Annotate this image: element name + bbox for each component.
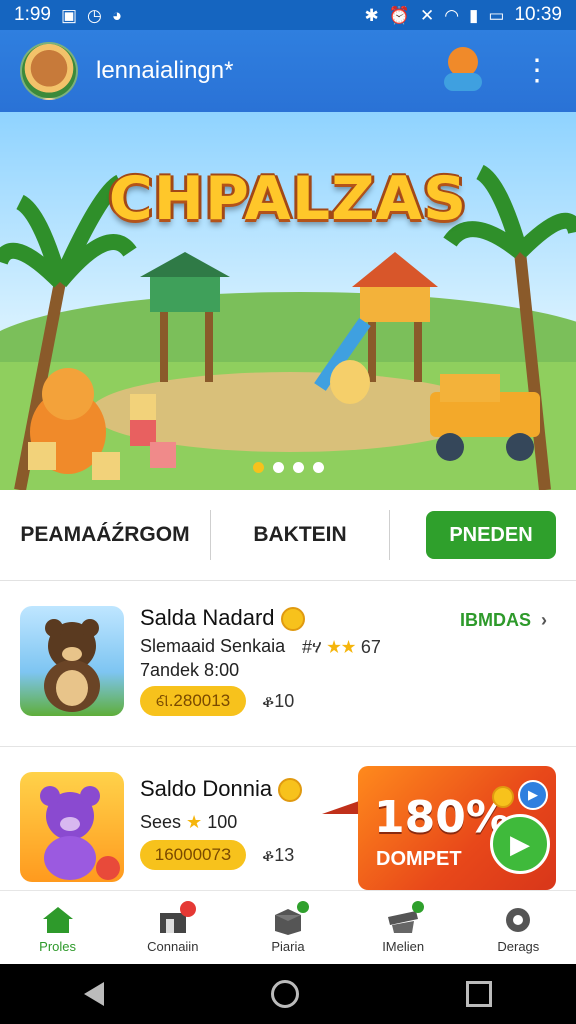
- star-icon: ★★: [326, 637, 356, 657]
- list-item[interactable]: Salda Nadard Slemaaid Senkaia 7andek 8:0…: [0, 580, 576, 747]
- bear-game-icon[interactable]: [20, 606, 124, 716]
- nav-label: Proles: [39, 939, 77, 954]
- battery-icon: ▭: [488, 5, 505, 25]
- status-bar-right: ✱ ⏰ ✕ ◠ ▮ ▭ 10:39: [351, 4, 576, 26]
- tab-divider: [389, 510, 390, 560]
- nav-label: Derags: [497, 939, 540, 954]
- nav-label: Connaiin: [147, 939, 199, 954]
- nav-item-home[interactable]: Proles: [0, 891, 115, 965]
- play-icon[interactable]: ▶: [490, 814, 550, 874]
- nav-label: Piaria: [271, 939, 305, 954]
- timer-icon: ◷: [87, 5, 102, 25]
- small-play-icon: ▶: [518, 780, 548, 810]
- status-dot: [296, 901, 309, 913]
- store-icon: [156, 901, 196, 935]
- promo-banner[interactable]: 180% DOMPET ▶ ▶: [322, 766, 556, 890]
- nav-item-box[interactable]: Piaria: [230, 891, 345, 965]
- carousel-dot[interactable]: [292, 462, 304, 473]
- item-subtitle: Sees ★ 100: [140, 812, 237, 833]
- gift-icon: [386, 901, 425, 935]
- coin-icon: [280, 607, 305, 632]
- wifi-icon: ◠: [444, 5, 460, 25]
- status-clock: 10:39: [514, 4, 562, 25]
- item-time: 7andek 8:00: [140, 660, 240, 680]
- box-icon: [271, 901, 309, 935]
- item-title: Saldo Donnia: [140, 776, 303, 803]
- status-left-time: 1:99: [14, 4, 51, 25]
- status-bar-left: 1:99 ▣ ◷ ◕: [0, 4, 136, 26]
- chevron-right-icon: ›: [541, 610, 547, 630]
- status-bar: 1:99 ▣ ◷ ◕ ✱ ⏰ ✕ ◠ ▮ ▭ 10:39: [0, 0, 576, 30]
- price-pill[interactable]: 1600007З: [140, 840, 246, 870]
- bottom-navigation: Proles Connaiin Piaria IMelien Derags: [0, 890, 576, 965]
- item-rating: #ሃ ★★ 67: [302, 637, 381, 658]
- star-icon: ★: [186, 812, 203, 832]
- system-navigation-bar: [0, 964, 576, 1024]
- settings-icon: [501, 905, 535, 935]
- item-title-text: Salda Nadard: [140, 605, 275, 630]
- item-link-text: IBMDAS: [460, 610, 531, 630]
- circle-icon: ◕: [111, 5, 123, 25]
- bluetooth-icon: ✱: [364, 5, 379, 25]
- signal-icon: ▮: [469, 5, 479, 25]
- app-title: lennaialingn*: [96, 57, 234, 84]
- bear-avatar-icon[interactable]: [20, 42, 78, 100]
- tab-1[interactable]: PEAMAÁŹRGOM: [0, 523, 210, 547]
- coin-icon: [492, 786, 514, 808]
- carousel-dot[interactable]: [312, 462, 324, 473]
- notification-badge: [179, 901, 196, 917]
- tab-2[interactable]: BAKTEIN: [211, 523, 389, 547]
- rating-value: 67: [360, 637, 381, 657]
- nav-label: IMelien: [382, 939, 425, 954]
- item-title: Salda Nadard: [140, 605, 305, 632]
- app-bar: lennaialingn* ⋮: [0, 30, 576, 112]
- image-icon: ▣: [60, 5, 78, 25]
- home-circle-icon[interactable]: [270, 980, 299, 1008]
- rating-prefix: #ሃ: [302, 637, 322, 657]
- item-link[interactable]: IBMDAS ›: [460, 610, 547, 631]
- home-icon: [41, 905, 75, 935]
- promo-ribbon: [322, 800, 362, 814]
- hero-banner[interactable]: CHPALZAS: [0, 112, 576, 490]
- filter-tabs: PEAMAÁŹRGOM BAKTEIN PNEDEN: [0, 490, 576, 581]
- promo-label: DOMPET: [376, 848, 462, 870]
- pill-note: ቆ10: [262, 691, 295, 711]
- mascot-icon[interactable]: [444, 47, 482, 95]
- recents-icon[interactable]: [466, 981, 493, 1007]
- carousel-dots[interactable]: [0, 462, 576, 473]
- list-item[interactable]: Saldo Donnia Sees ★ 100 1600007З ቆ13 180…: [0, 748, 576, 890]
- price-pill[interactable]: ଣ.280013: [140, 686, 246, 716]
- carousel-dot[interactable]: [252, 462, 264, 473]
- carousel-dot[interactable]: [272, 462, 284, 473]
- promo-percent: 180%: [374, 792, 510, 843]
- subtitle-value: 100: [207, 812, 238, 832]
- back-icon[interactable]: [83, 982, 104, 1006]
- coin-icon: [278, 778, 303, 803]
- purple-bear-game-icon[interactable]: [20, 772, 124, 882]
- banner-title: CHPALZAS: [108, 164, 468, 234]
- more-vertical-icon[interactable]: ⋮: [522, 56, 552, 86]
- item-title-text: Saldo Donnia: [140, 776, 273, 801]
- nav-item-gift[interactable]: IMelien: [346, 891, 461, 965]
- alarm-icon: ⏰: [388, 5, 410, 25]
- primary-action-button[interactable]: PNEDEN: [426, 511, 556, 559]
- nav-item-store[interactable]: Connaiin: [115, 891, 230, 965]
- pill-note: ቆ13: [262, 845, 295, 865]
- item-subtitle: Slemaaid Senkaia: [140, 636, 286, 656]
- nav-item-settings[interactable]: Derags: [461, 891, 576, 965]
- subtitle-prefix: Sees: [140, 812, 182, 832]
- mute-icon: ✕: [419, 5, 435, 25]
- status-dot: [412, 901, 425, 913]
